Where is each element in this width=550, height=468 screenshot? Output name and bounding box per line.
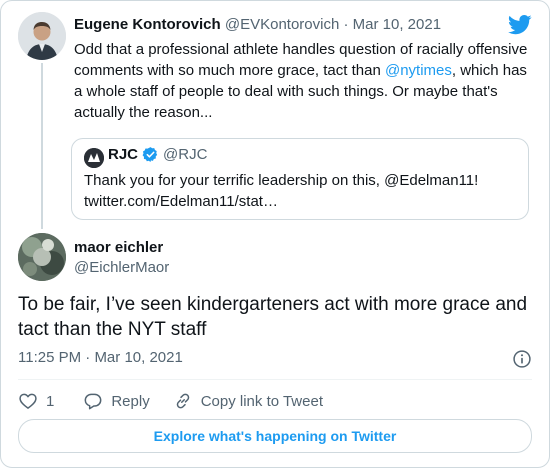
tweet-actions: 1 Reply Copy link to Tweet xyxy=(18,390,323,412)
like-count: 1 xyxy=(46,392,55,410)
thread-connector-line xyxy=(41,63,43,229)
copy-link-label: Copy link to Tweet xyxy=(200,392,323,410)
quoted-tweet[interactable]: RJC @RJC Thank you for your terrific lea… xyxy=(71,138,529,220)
parent-tweet-text: Odd that a professional athlete handles … xyxy=(74,39,529,123)
quoted-tweet-header: RJC @RJC xyxy=(108,146,207,163)
quoted-author-avatar xyxy=(84,148,104,168)
parent-tweet-date[interactable]: Mar 10, 2021 xyxy=(353,16,441,33)
quoted-author-handle: @RJC xyxy=(163,146,208,163)
header-separator: · xyxy=(343,16,349,33)
reply-label: Reply xyxy=(111,392,150,410)
quoted-tweet-line1: Thank you for your terrific leadership o… xyxy=(84,172,479,189)
tweet-time: 11:25 PM xyxy=(18,349,82,366)
quoted-tweet-text: Thank you for your terrific leadership o… xyxy=(84,170,514,212)
link-icon xyxy=(176,393,189,409)
quoted-tweet-link[interactable]: twitter.com/Edelman11/stat… xyxy=(84,191,514,212)
main-author-name[interactable]: maor eichler xyxy=(74,239,163,256)
heart-icon xyxy=(19,393,37,409)
quoted-author-name: RJC xyxy=(108,146,139,163)
divider xyxy=(18,379,532,380)
main-tweet-text: To be fair, I’ve seen kindergarteners ac… xyxy=(18,294,528,340)
parent-tweet-header: Eugene Kontorovich @EVKontorovich · Mar … xyxy=(74,16,441,33)
tweet-date: Mar 10, 2021 xyxy=(94,349,183,366)
like-action[interactable]: 1 xyxy=(18,391,54,411)
info-icon[interactable] xyxy=(512,349,532,369)
tweet-timestamp[interactable]: 11:25 PM · Mar 10, 2021 xyxy=(18,349,183,366)
explore-twitter-button[interactable]: Explore what's happening on Twitter xyxy=(18,419,532,453)
main-author-avatar[interactable] xyxy=(18,233,66,281)
verified-badge-icon xyxy=(142,147,158,162)
parent-author-name[interactable]: Eugene Kontorovich xyxy=(74,16,221,33)
reply-action[interactable]: Reply xyxy=(83,391,150,411)
tweet-embed-card: Eugene Kontorovich @EVKontorovich · Mar … xyxy=(0,0,550,468)
parent-author-avatar[interactable] xyxy=(18,12,66,60)
copy-link-action[interactable]: Copy link to Tweet xyxy=(173,391,323,411)
parent-author-handle[interactable]: @EVKontorovich xyxy=(225,16,339,33)
timestamp-separator: · xyxy=(85,349,91,366)
mention-link[interactable]: @nytimes xyxy=(385,62,452,79)
reply-bubble-icon xyxy=(84,393,102,410)
main-author-handle[interactable]: @EichlerMaor xyxy=(74,259,169,276)
twitter-bird-icon[interactable] xyxy=(508,15,532,35)
